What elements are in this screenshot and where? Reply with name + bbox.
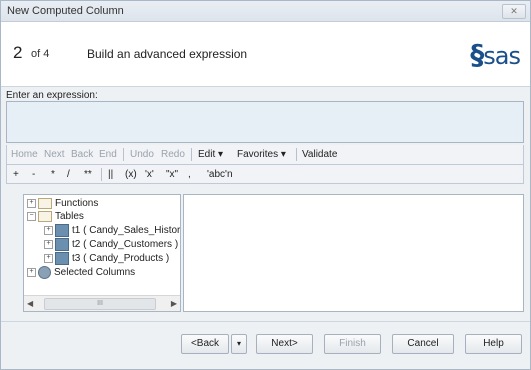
expand-icon[interactable]: + [27, 268, 36, 277]
operator-toolbar: + - * / ** || (x) 'x' "x" , 'abc'n [6, 165, 524, 184]
collapse-icon[interactable]: − [27, 212, 36, 221]
dialog-window: New Computed Column ✕ 2 of 4 Build an ad… [0, 0, 531, 370]
undo-button[interactable]: Undo [130, 149, 154, 160]
next-button-toolbar[interactable]: Next [44, 149, 65, 160]
double-quote-operator-button[interactable]: "x" [166, 169, 178, 180]
multiply-operator-button[interactable]: * [51, 169, 55, 180]
toolbar-divider [101, 168, 102, 181]
end-button[interactable]: End [99, 149, 117, 160]
expression-label: Enter an expression: [6, 90, 98, 101]
tree-node-functions[interactable]: + Functions [27, 198, 98, 209]
resource-tree: + Functions − Tables + t1 ( Candy_Sales_His… [23, 194, 181, 312]
sas-logo-text: sas [483, 42, 521, 70]
validate-button[interactable]: Validate [302, 149, 337, 160]
table-icon [55, 224, 69, 237]
step-title: Build an advanced expression [87, 47, 248, 61]
comma-operator-button[interactable]: , [188, 169, 191, 180]
parentheses-operator-button[interactable]: (x) [125, 169, 137, 180]
scroll-left-icon[interactable]: ◀ [27, 299, 33, 308]
scroll-right-icon[interactable]: ▶ [171, 299, 177, 308]
toolbar-divider [191, 148, 192, 161]
expand-icon[interactable]: + [44, 254, 53, 263]
toolbar-divider [296, 148, 297, 161]
footer-divider [1, 321, 530, 322]
home-button[interactable]: Home [11, 149, 38, 160]
toolbar-divider [123, 148, 124, 161]
scroll-thumb[interactable]: III [44, 298, 156, 310]
table-icon [55, 252, 69, 265]
next-button[interactable]: Next> [256, 334, 313, 354]
favorites-menu[interactable]: Favorites ▾ [237, 149, 286, 160]
window-title: New Computed Column [7, 5, 124, 17]
folder-open-icon [38, 211, 52, 222]
tree-node-table-t2[interactable]: + t2 ( Candy_Customers ) [44, 238, 178, 251]
table-icon [55, 238, 69, 251]
back-button[interactable]: <Back [181, 334, 229, 354]
folder-icon [38, 198, 52, 209]
tree-node-label: t1 ( Candy_Sales_History [72, 225, 181, 237]
columns-icon [38, 266, 51, 279]
back-dropdown-button[interactable]: ▾ [231, 334, 247, 354]
power-operator-button[interactable]: ** [84, 169, 92, 180]
back-button-toolbar[interactable]: Back [71, 149, 93, 160]
tree-node-label: t2 ( Candy_Customers ) [72, 239, 179, 251]
tree-node-table-t3[interactable]: + t3 ( Candy_Products ) [44, 252, 169, 265]
wizard-header: 2 of 4 Build an advanced expression §sas [1, 22, 530, 87]
tree-node-label: Functions [55, 198, 99, 210]
sas-logo: §sas [470, 38, 521, 71]
sas-logo-swirl-icon: § [470, 38, 484, 71]
horizontal-scrollbar[interactable]: ◀ III ▶ [24, 295, 180, 311]
plus-operator-button[interactable]: + [13, 169, 19, 180]
close-button[interactable]: ✕ [502, 4, 526, 19]
name-literal-operator-button[interactable]: 'abc'n [207, 169, 233, 180]
concat-operator-button[interactable]: || [108, 169, 113, 180]
edit-menu[interactable]: Edit ▾ [198, 149, 223, 160]
finish-button[interactable]: Finish [324, 334, 381, 354]
help-button[interactable]: Help [465, 334, 522, 354]
tree-node-label: t3 ( Candy_Products ) [72, 253, 170, 265]
minus-operator-button[interactable]: - [32, 169, 35, 180]
cancel-button[interactable]: Cancel [392, 334, 454, 354]
divide-operator-button[interactable]: / [67, 169, 70, 180]
expression-toolbar: Home Next Back End Undo Redo Edit ▾ Favo… [6, 145, 524, 165]
expand-icon[interactable]: + [27, 199, 36, 208]
expand-icon[interactable]: + [44, 240, 53, 249]
tree-node-label: Selected Columns [54, 267, 136, 279]
details-pane [183, 194, 524, 312]
step-number: 2 [13, 43, 23, 62]
single-quote-operator-button[interactable]: 'x' [145, 169, 154, 180]
tree-node-label: Tables [55, 211, 84, 223]
redo-button[interactable]: Redo [161, 149, 185, 160]
tree-node-table-t1[interactable]: + t1 ( Candy_Sales_History [44, 224, 181, 237]
expression-input[interactable] [6, 101, 524, 143]
title-bar: New Computed Column ✕ [1, 1, 530, 22]
tree-node-selected-columns[interactable]: + Selected Columns [27, 266, 135, 279]
tree-node-tables[interactable]: − Tables [27, 211, 84, 222]
expand-icon[interactable]: + [44, 226, 53, 235]
step-count: of 4 [31, 48, 50, 60]
